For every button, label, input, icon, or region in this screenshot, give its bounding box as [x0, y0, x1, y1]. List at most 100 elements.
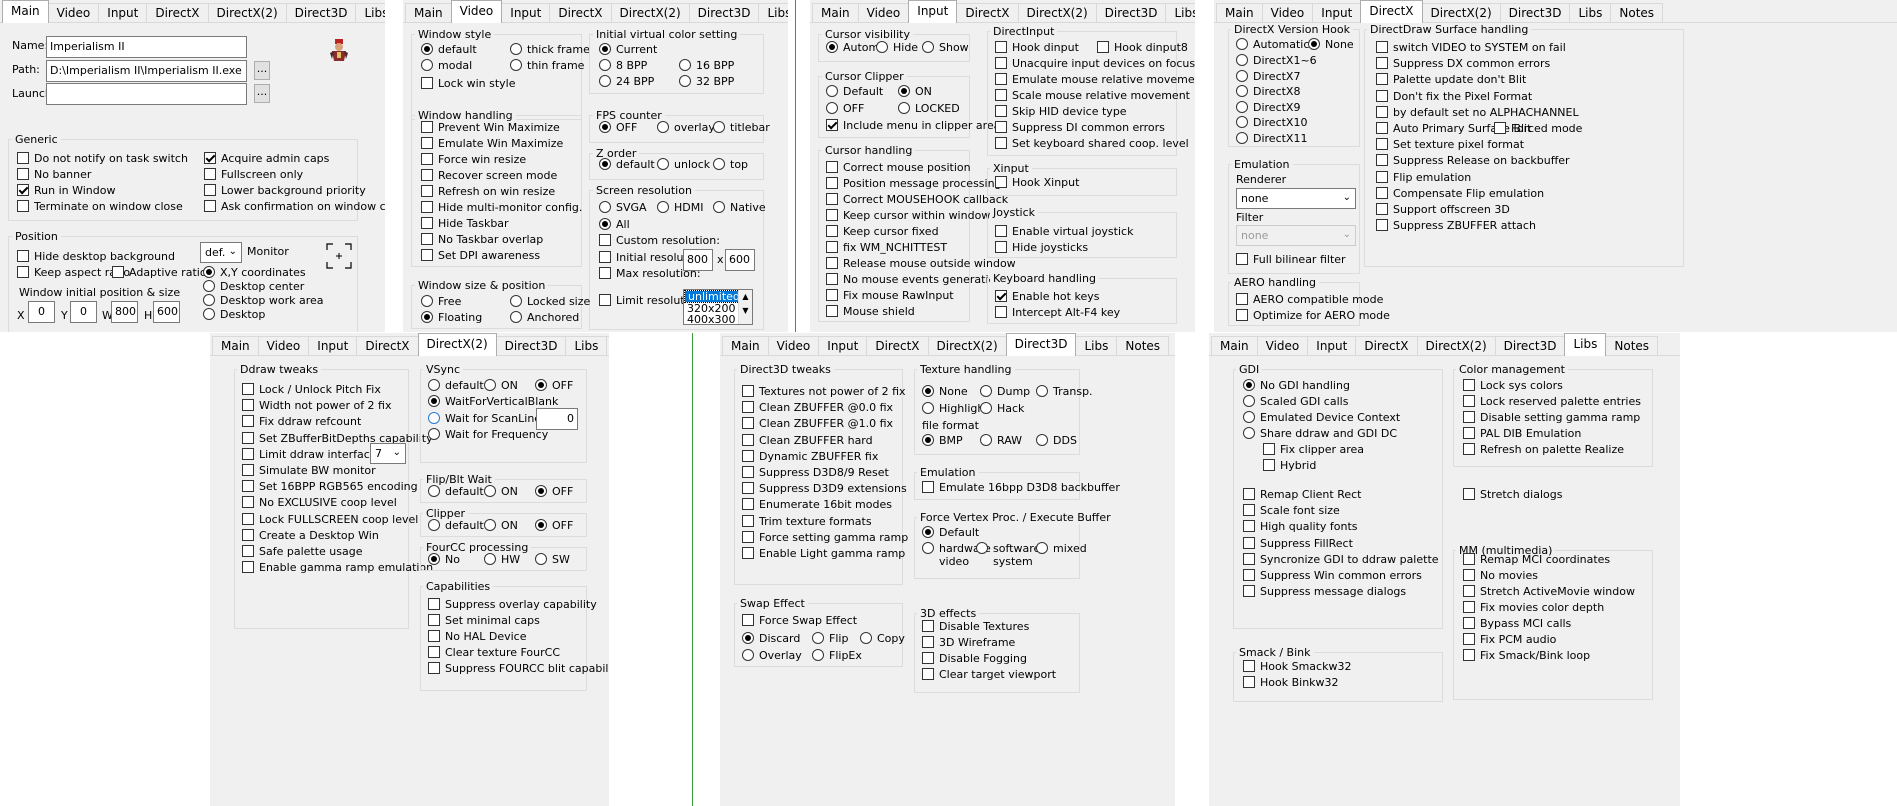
high-quality-fonts-checkbox[interactable]: High quality fonts — [1243, 520, 1358, 536]
ivc-16bpp-radio[interactable]: 16 BPP — [679, 59, 734, 75]
ask-confirmation-on-window-close-checkbox[interactable]: Ask confirmation on window close — [204, 200, 385, 216]
tab-notes[interactable]: Notes — [606, 336, 609, 356]
share-ddraw-and-gdi-dc-radio[interactable]: Share ddraw and GDI DC — [1243, 427, 1397, 443]
tab-input[interactable]: Input — [98, 3, 148, 23]
no-gdi-handling-radio[interactable]: No GDI handling — [1243, 379, 1350, 395]
tab-directx2[interactable]: DirectX(2) — [207, 3, 287, 23]
path-field[interactable]: D:\Imperialism II\Imperialism II.exe — [46, 60, 247, 82]
width-not-power-of-2-fix-checkbox[interactable]: Width not power of 2 fix — [242, 399, 392, 415]
fps-overlay-radio[interactable]: overlay — [657, 121, 715, 137]
directx8-radio[interactable]: DirectX8 — [1236, 85, 1300, 101]
lock-win-style-checkbox[interactable]: Lock win style — [421, 77, 515, 93]
ff-dds-radio[interactable]: DDS — [1036, 434, 1077, 450]
unacquire-input-devices-on-focus-lost-checkbox[interactable]: Unacquire input devices on focus lost — [995, 57, 1195, 73]
fc-hw-radio[interactable]: HW — [484, 553, 520, 569]
suppress-di-common-errors-checkbox[interactable]: Suppress DI common errors — [995, 121, 1165, 137]
swap-copy-radio[interactable]: Copy — [860, 632, 905, 648]
tab-directx2[interactable]: DirectX(2) — [1421, 3, 1501, 23]
style-thin-radio[interactable]: thin frame — [510, 59, 584, 75]
limit-ddraw-interface-checkbox[interactable]: Limit ddraw interface — [242, 447, 377, 464]
do-not-notify-on-task-switch-checkbox[interactable]: Do not notify on task switch — [17, 152, 188, 168]
enable-gamma-ramp-emulation-checkbox[interactable]: Enable gamma ramp emulation — [242, 561, 433, 577]
screen-picker-icon[interactable] — [326, 243, 352, 269]
enumerate-16bit-modes-checkbox[interactable]: Enumerate 16bit modes — [742, 498, 892, 514]
mouse-shield-checkbox[interactable]: Mouse shield — [826, 305, 915, 321]
fix-mouse-rawinput-checkbox[interactable]: Fix mouse RawInput — [826, 289, 954, 305]
disable-setting-gamma-ramp-checkbox[interactable]: Disable setting gamma ramp — [1463, 411, 1640, 427]
ff-bmp-radio[interactable]: BMP — [922, 434, 963, 450]
tab-main[interactable]: Main — [1216, 3, 1263, 23]
desktop-radio[interactable]: Desktop — [203, 308, 265, 324]
bilinear-checkbox[interactable]: Full bilinear filter — [1236, 253, 1346, 269]
keep-cursor-fixed-checkbox[interactable]: Keep cursor fixed — [826, 225, 939, 241]
scanline-field[interactable]: 0 — [536, 408, 578, 430]
run-in-window-checkbox[interactable]: Run in Window — [17, 184, 116, 200]
custom-res-checkbox[interactable]: Custom resolution: — [599, 234, 720, 250]
vis-auto-radio[interactable]: Autom. — [826, 41, 883, 57]
recover-screen-mode-checkbox[interactable]: Recover screen mode — [421, 169, 557, 185]
scale-mouse-relative-movement-checkbox[interactable]: Scale mouse relative movement — [995, 89, 1190, 105]
syncronize-gdi-to-ddraw-palette-checkbox[interactable]: Syncronize GDI to ddraw palette — [1243, 552, 1439, 569]
tab-directx[interactable]: DirectX — [956, 3, 1019, 23]
browse-path-button[interactable]: ... — [254, 61, 270, 80]
set-minimal-caps-checkbox[interactable]: Set minimal caps — [428, 614, 540, 630]
disable-textures-checkbox[interactable]: Disable Textures — [922, 620, 1029, 636]
max-res-checkbox[interactable]: Max resolution: — [599, 267, 701, 283]
no-hal-device-checkbox[interactable]: No HAL Device — [428, 630, 527, 646]
clip2-off-radio[interactable]: OFF — [535, 519, 573, 535]
tab-video[interactable]: Video — [257, 336, 310, 356]
stretch-activemovie-window-checkbox[interactable]: Stretch ActiveMovie window — [1463, 585, 1635, 601]
initial-res-h-field[interactable]: 600 — [725, 249, 755, 271]
directx7-radio[interactable]: DirectX7 — [1236, 69, 1300, 86]
tab-input[interactable]: Input — [308, 336, 358, 356]
tab-directx[interactable]: DirectX — [1360, 0, 1423, 23]
fix-smack-bink-loop-checkbox[interactable]: Fix Smack/Bink loop — [1463, 649, 1590, 665]
res-svga-radio[interactable]: SVGA — [599, 201, 647, 217]
tab-video[interactable]: Video — [1261, 3, 1314, 23]
tab-video[interactable]: Video — [1256, 336, 1309, 356]
tex-dump-radio[interactable]: Dump — [980, 385, 1030, 401]
res-hdmi-radio[interactable]: HDMI — [657, 201, 703, 217]
set-16bpp-rgb565-encoding-checkbox[interactable]: Set 16BPP RGB565 encoding — [242, 480, 418, 496]
hide-desktop-bg-checkbox[interactable]: Hide desktop background — [17, 250, 175, 266]
refresh-on-win-resize-checkbox[interactable]: Refresh on win resize — [421, 185, 555, 201]
3d-wireframe-checkbox[interactable]: 3D Wireframe — [922, 636, 1015, 652]
style-modal-radio[interactable]: modal — [421, 59, 472, 75]
force-win-resize-checkbox[interactable]: Force win resize — [421, 153, 526, 169]
z-default-radio[interactable]: default — [599, 158, 655, 174]
vis-show-radio[interactable]: Show — [922, 41, 969, 57]
aero-opt-checkbox[interactable]: Optimize for AERO mode — [1236, 309, 1390, 325]
terminate-on-window-close-checkbox[interactable]: Terminate on window close — [17, 200, 183, 216]
safe-palette-usage-checkbox[interactable]: Safe palette usage — [242, 545, 363, 561]
scale-font-size-checkbox[interactable]: Scale font size — [1243, 504, 1340, 520]
no-movies-checkbox[interactable]: No movies — [1463, 569, 1538, 585]
tab-main[interactable]: Main — [2, 0, 49, 23]
tab-notes[interactable]: Notes — [1610, 3, 1664, 23]
w-field[interactable]: 800 — [111, 301, 138, 323]
trim-texture-formats-checkbox[interactable]: Trim texture formats — [742, 514, 872, 531]
tab-direct3d[interactable]: Direct3D — [1095, 3, 1167, 23]
tab-directx[interactable]: DirectX — [866, 336, 929, 356]
tab-input[interactable]: Input — [501, 3, 551, 23]
directx9-radio[interactable]: DirectX9 — [1236, 100, 1300, 117]
by-default-set-no-alphachannel-checkbox[interactable]: by default set no ALPHACHANNEL — [1376, 105, 1579, 122]
force-swap-checkbox[interactable]: Force Swap Effect — [742, 614, 857, 630]
fc-no-radio[interactable]: No — [428, 553, 460, 569]
style-default-radio[interactable]: default — [421, 43, 477, 59]
no-banner-checkbox[interactable]: No banner — [17, 168, 91, 184]
tab-direct3d[interactable]: Direct3D — [688, 3, 760, 23]
directx11-radio[interactable]: DirectX11 — [1236, 131, 1307, 148]
tab-direct3d[interactable]: Direct3D — [285, 3, 357, 23]
flip-off-radio[interactable]: OFF — [535, 485, 573, 501]
set-keyboard-shared-coop-level-checkbox[interactable]: Set keyboard shared coop. level — [995, 137, 1189, 153]
vs-frequency-radio[interactable]: Wait for Frequency — [428, 428, 548, 444]
tab-directx2[interactable]: DirectX(2) — [1416, 336, 1496, 356]
no-exclusive-coop-level-checkbox[interactable]: No EXCLUSIVE coop level — [242, 496, 397, 512]
clean-zbuffer-1-0-fix-checkbox[interactable]: Clean ZBUFFER @1.0 fix — [742, 417, 893, 433]
tab-libs[interactable]: Libs — [1569, 3, 1612, 23]
lock-fullscreen-coop-level-checkbox[interactable]: Lock FULLSCREEN coop level — [242, 512, 418, 529]
limit-res-list[interactable]: unlimited 320x200 400x300 ▲ ▼ — [683, 289, 753, 325]
hook-binkw32-checkbox[interactable]: Hook Binkw32 — [1243, 676, 1339, 692]
hide-joysticks-checkbox[interactable]: Hide joysticks — [995, 241, 1088, 257]
fix-wm-nchittest-checkbox[interactable]: fix WM_NCHITTEST — [826, 241, 947, 257]
